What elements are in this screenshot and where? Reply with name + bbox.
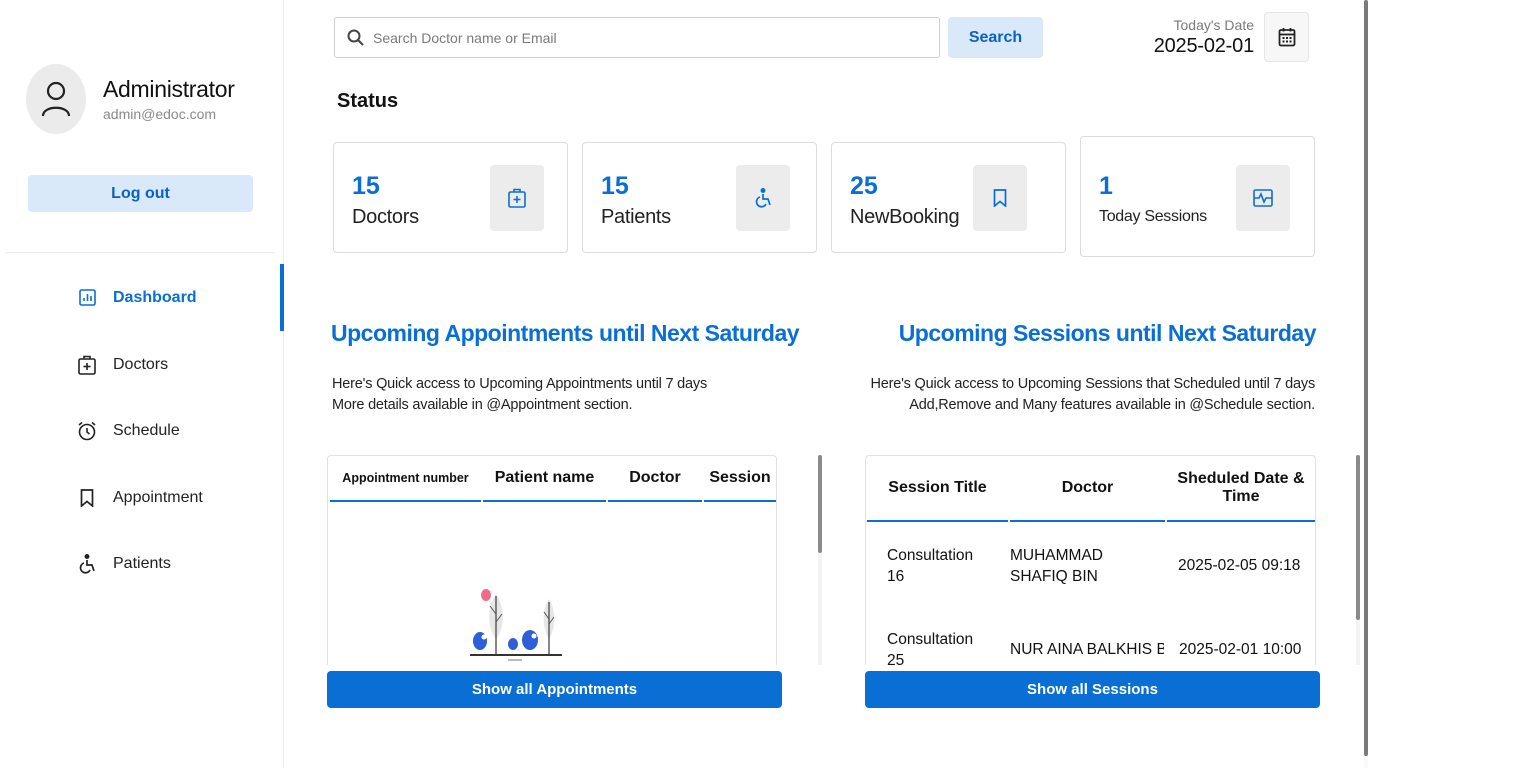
status-card-newbooking: 25 NewBooking: [831, 142, 1066, 253]
status-card-doctors: 15 Doctors: [333, 142, 568, 253]
session-datetime-cell: 2025-02-01 10:00: [1179, 641, 1302, 658]
sidebar-divider: [6, 252, 274, 253]
dashboard-icon: [77, 288, 97, 308]
status-card-today-sessions: 1 Today Sessions: [1080, 136, 1315, 257]
date-value: 2025-02-01: [1153, 35, 1255, 57]
session-icon: [1236, 165, 1290, 231]
sessions-table: Session Title Doctor Sheduled Date & Tim…: [865, 455, 1316, 665]
appointments-table: Appointment number Patient name Doctor S…: [327, 455, 777, 665]
appointments-scrollbar[interactable]: [818, 455, 822, 665]
session-datetime-cell: 2025-02-05 09:18: [1178, 557, 1301, 574]
session-title-cell: Consultation 25: [887, 631, 974, 665]
session-title-cell: Consultation 16: [887, 547, 974, 585]
profile-name: Administrator: [103, 76, 235, 102]
column-header: Doctor: [1010, 456, 1165, 522]
card-label: NewBooking: [850, 206, 960, 228]
user-icon: [41, 81, 71, 117]
card-label: Today Sessions: [1099, 208, 1207, 225]
column-header: Session: [704, 456, 776, 502]
search-button[interactable]: Search: [948, 17, 1043, 58]
appointments-desc-line: Here's Quick access to Upcoming Appointm…: [332, 376, 707, 392]
sidebar-item-label: Dashboard: [113, 288, 197, 306]
wheelchair-icon: [77, 553, 97, 574]
sessions-description: Here's Quick access to Upcoming Sessions…: [870, 374, 1315, 416]
search-icon: [347, 29, 364, 46]
show-all-sessions-button[interactable]: Show all Sessions: [865, 671, 1320, 708]
date-label: Today's Date: [1173, 17, 1255, 33]
calendar-button[interactable]: [1264, 12, 1309, 62]
sessions-desc-line: Add,Remove and Many features available i…: [909, 397, 1315, 413]
sidebar-item-label: Patients: [113, 554, 171, 572]
bookmark-icon: [77, 488, 97, 508]
active-indicator: [280, 264, 284, 331]
calendar-icon: [1278, 28, 1295, 47]
sidebar-item-label: Schedule: [113, 421, 180, 439]
doctor-icon: [77, 355, 97, 375]
sidebar: Administrator admin@edoc.com Log out Das…: [0, 0, 284, 768]
appointments-desc-line: More details available in @Appointment s…: [332, 397, 633, 413]
card-value: 25: [850, 172, 878, 200]
sidebar-item-label: Doctors: [113, 355, 169, 373]
sidebar-item-doctors[interactable]: Doctors: [0, 331, 284, 398]
appointments-description: Here's Quick access to Upcoming Appointm…: [332, 374, 707, 416]
scrollbar-thumb[interactable]: [1356, 455, 1360, 620]
session-doctor-cell: MUHAMMAD SHAFIQ BIN: [1010, 547, 1103, 585]
column-header: Sheduled Date & Time: [1167, 456, 1315, 522]
column-header: Doctor: [608, 456, 702, 502]
card-value: 15: [601, 172, 629, 200]
wheelchair-icon: [736, 165, 790, 231]
sessions-desc-line: Here's Quick access to Upcoming Sessions…: [870, 376, 1315, 392]
profile: Administrator admin@edoc.com: [26, 64, 235, 134]
sidebar-item-patients[interactable]: Patients: [0, 530, 284, 597]
card-value: 1: [1099, 172, 1113, 200]
profile-email: admin@edoc.com: [103, 106, 217, 122]
show-all-appointments-button[interactable]: Show all Appointments: [327, 671, 782, 708]
sessions-title: Upcoming Sessions until Next Saturday: [898, 320, 1317, 346]
avatar: [26, 64, 86, 134]
alarm-clock-icon: [77, 421, 97, 441]
status-card-patients: 15 Patients: [582, 142, 817, 253]
empty-state-illustration: [470, 589, 562, 661]
medical-kit-icon: [490, 165, 544, 231]
scrollbar-thumb[interactable]: [1364, 0, 1368, 756]
logout-button[interactable]: Log out: [28, 175, 253, 212]
search-field[interactable]: [334, 17, 940, 58]
column-header: Appointment number: [330, 456, 481, 502]
sidebar-item-dashboard[interactable]: Dashboard: [0, 264, 284, 331]
search-input[interactable]: [373, 29, 913, 46]
column-header: Session Title: [867, 456, 1008, 522]
column-header: Patient name: [483, 456, 606, 502]
sidebar-item-schedule[interactable]: Schedule: [0, 397, 284, 464]
appointments-title: Upcoming Appointments until Next Saturda…: [331, 320, 800, 346]
sessions-scrollbar[interactable]: [1356, 455, 1360, 665]
card-value: 15: [352, 172, 380, 200]
card-label: Patients: [601, 206, 671, 228]
session-doctor-cell: NUR AINA BALKHIS BI: [1010, 641, 1164, 658]
sidebar-item-appointment[interactable]: Appointment: [0, 464, 284, 531]
status-title: Status: [337, 90, 399, 112]
scrollbar-thumb[interactable]: [818, 455, 822, 553]
bookmark-icon: [973, 165, 1027, 231]
page-scrollbar[interactable]: [1364, 0, 1368, 768]
sidebar-item-label: Appointment: [113, 488, 203, 506]
card-label: Doctors: [352, 206, 419, 228]
